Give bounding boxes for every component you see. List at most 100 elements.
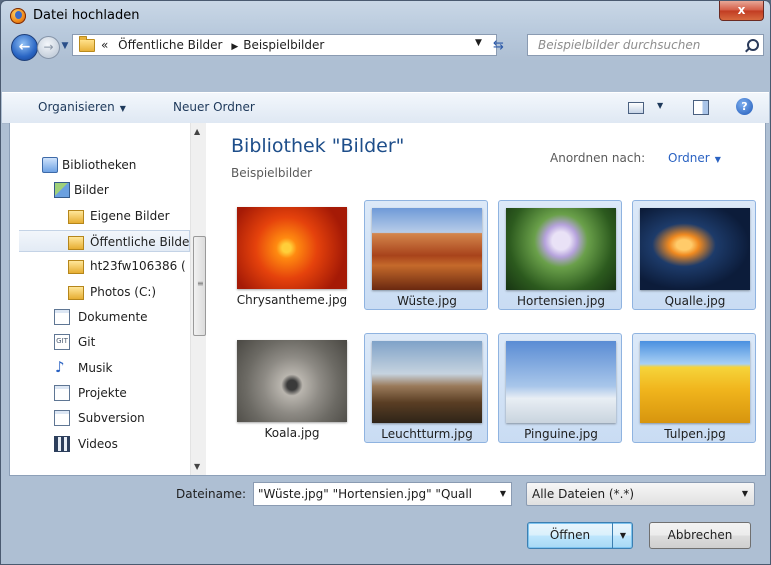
file-name: Chrysantheme.jpg <box>236 293 348 307</box>
git-icon: GIT <box>54 334 70 350</box>
file-view: Bibliothek "Bilder" Beispielbilder Anord… <box>207 123 765 475</box>
navigation-pane: Bibliotheken Bilder Eigene Bilder Öffent… <box>10 123 206 475</box>
open-button[interactable]: Öffnen ▼ <box>527 522 633 549</box>
scroll-up-icon[interactable]: ▲ <box>194 127 200 136</box>
pictures-icon <box>54 182 70 198</box>
file-tile-leuchtturm[interactable]: Leuchtturm.jpg <box>364 333 488 443</box>
sidebar-item-bilder[interactable]: Bilder <box>52 179 190 201</box>
open-button-label: Öffnen <box>549 528 591 542</box>
thumbnail-leuchtturm <box>372 341 482 423</box>
sidebar-item-photos[interactable]: Photos (C:) <box>64 281 190 303</box>
documents-icon <box>54 309 70 325</box>
file-tile-tulpen[interactable]: Tulpen.jpg <box>632 333 756 443</box>
folder-icon <box>79 36 95 52</box>
breadcrumb-item-public-pictures[interactable]: Öffentliche Bilder <box>118 38 222 52</box>
command-bar: Organisieren ▼ Neuer Ordner ▼ ? <box>2 92 769 124</box>
sidebar-item-dokumente[interactable]: Dokumente <box>52 306 190 328</box>
address-bar[interactable]: « Öffentliche Bilder ▶ Beispielbilder ▼ ⇆ <box>72 34 504 56</box>
thumbnail-qualle <box>640 208 750 290</box>
sidebar-item-label: Git <box>78 335 96 349</box>
file-name: Pinguine.jpg <box>524 427 598 441</box>
sidebar-item-label: Musik <box>78 361 113 375</box>
search-icon[interactable] <box>747 39 759 51</box>
breadcrumb-overflow[interactable]: « <box>101 38 108 52</box>
library-title: Bibliothek "Bilder" <box>231 135 405 157</box>
filetype-select[interactable]: Alle Dateien (*.*) ▼ <box>526 482 755 506</box>
cancel-button[interactable]: Abbrechen <box>649 522 751 549</box>
file-tile-chrysantheme[interactable]: Chrysantheme.jpg <box>230 200 354 310</box>
close-button[interactable]: x <box>719 1 764 21</box>
new-folder-button[interactable]: Neuer Ordner <box>173 100 255 114</box>
folder-icon <box>68 260 84 274</box>
folder-icon <box>68 236 84 250</box>
navigation-bar: ← → ▼ « Öffentliche Bilder ▶ Beispielbild… <box>9 31 764 61</box>
file-name: Leuchtturm.jpg <box>381 427 473 441</box>
scrollbar-thumb[interactable]: ≡ <box>193 236 206 336</box>
sidebar-item-label: Photos (C:) <box>90 285 157 299</box>
thumbnail-pinguine <box>506 341 616 423</box>
organize-label: Organisieren <box>38 100 115 114</box>
search-placeholder: Beispielbilder durchsuchen <box>538 38 701 52</box>
sidebar-item-bibliotheken[interactable]: Bibliotheken <box>40 154 190 176</box>
breadcrumb-separator-icon[interactable]: ▶ <box>231 42 238 52</box>
sidebar-item-label: Subversion <box>78 411 145 425</box>
browser-area: Bibliotheken Bilder Eigene Bilder Öffent… <box>9 123 766 476</box>
file-tile-wueste[interactable]: Wüste.jpg <box>364 200 488 310</box>
thumbnail-tulpen <box>640 341 750 423</box>
documents-icon <box>54 385 70 401</box>
sidebar-item-network-folder[interactable]: ht23fw106386 ( <box>64 255 190 277</box>
breadcrumb-item-sample-pictures[interactable]: Beispielbilder <box>243 38 324 52</box>
change-view-icon[interactable] <box>628 102 644 114</box>
sidebar-item-musik[interactable]: ♪ Musik <box>52 357 190 379</box>
filename-dropdown-icon[interactable]: ▼ <box>500 489 506 498</box>
sidebar-item-oeffentliche-bilder[interactable]: Öffentliche Bilder <box>19 230 194 252</box>
sidebar-item-projekte[interactable]: Projekte <box>52 382 190 404</box>
file-name: Wüste.jpg <box>397 294 457 308</box>
chevron-down-icon: ▼ <box>119 104 126 113</box>
window-title: Datei hochladen <box>33 8 140 23</box>
file-tile-qualle[interactable]: Qualle.jpg <box>632 200 756 310</box>
thumbnail-wueste <box>372 208 482 290</box>
sidebar-item-eigene-bilder[interactable]: Eigene Bilder <box>64 205 190 227</box>
search-input[interactable]: Beispielbilder durchsuchen <box>527 34 764 56</box>
file-tile-hortensien[interactable]: Hortensien.jpg <box>498 200 622 310</box>
arrange-by-dropdown[interactable]: Ordner ▼ <box>668 151 721 165</box>
refresh-icon[interactable]: ⇆ <box>493 38 504 53</box>
scroll-down-icon[interactable]: ▼ <box>194 462 200 471</box>
sidebar-item-label: Dokumente <box>78 310 148 324</box>
preview-pane-icon[interactable] <box>693 100 709 115</box>
organize-button[interactable]: Organisieren ▼ <box>38 100 126 114</box>
address-dropdown-icon[interactable]: ▼ <box>475 38 482 48</box>
filetype-value: Alle Dateien (*.*) <box>532 487 635 501</box>
recent-locations-chevron-icon[interactable]: ▼ <box>59 39 71 53</box>
sidebar-item-subversion[interactable]: Subversion <box>52 407 190 429</box>
open-options-chevron-icon[interactable]: ▼ <box>612 523 633 548</box>
file-tile-pinguine[interactable]: Pinguine.jpg <box>498 333 622 443</box>
filename-field[interactable]: "Wüste.jpg" "Hortensien.jpg" "Quall ▼ <box>253 482 512 506</box>
thumbnail-koala <box>237 340 347 422</box>
file-name: Koala.jpg <box>264 426 320 440</box>
view-options-chevron-icon[interactable]: ▼ <box>657 101 663 110</box>
videos-icon <box>54 436 70 452</box>
sidebar-item-label: Videos <box>78 437 118 451</box>
filename-value: "Wüste.jpg" "Hortensien.jpg" "Quall <box>258 487 473 501</box>
sidebar-scrollbar[interactable]: ▲ ≡ ▼ <box>190 123 206 475</box>
forward-button[interactable]: → <box>37 36 60 59</box>
chevron-down-icon: ▼ <box>714 155 721 164</box>
arrange-label: Anordnen nach: <box>550 151 646 165</box>
arrange-value: Ordner <box>668 151 710 165</box>
chevron-down-icon: ▼ <box>741 489 748 498</box>
library-icon <box>42 157 58 173</box>
sidebar-item-label: Eigene Bilder <box>90 209 170 223</box>
sidebar-item-label: Projekte <box>78 386 127 400</box>
title-bar[interactable]: Datei hochladen x <box>1 1 770 31</box>
folder-icon <box>68 286 84 300</box>
filename-label: Dateiname: <box>176 487 247 501</box>
help-icon[interactable]: ? <box>736 98 753 115</box>
file-tile-koala[interactable]: Koala.jpg <box>230 333 354 443</box>
sidebar-item-videos[interactable]: Videos <box>52 433 190 455</box>
sidebar-item-git[interactable]: GIT Git <box>52 331 190 353</box>
sidebar-item-label: Öffentliche Bilder <box>90 235 195 249</box>
back-button[interactable]: ← <box>11 34 38 61</box>
sidebar-item-label: ht23fw106386 ( <box>90 259 186 273</box>
